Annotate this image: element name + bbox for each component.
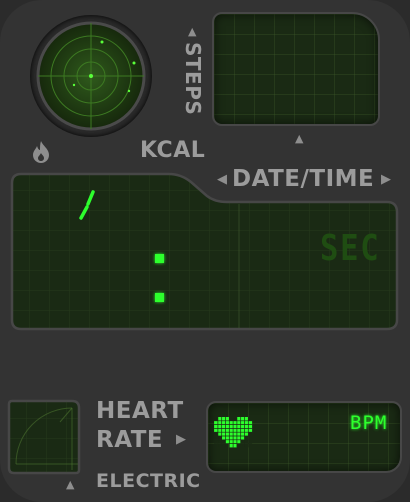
heart-pixel-icon — [214, 417, 253, 448]
watch-face: ▲ STEPS ▲ KCAL ◀ DATE/TIME ▶ SEC ▲ ELECT… — [0, 0, 410, 502]
electric-up-arrow-icon: ▲ — [66, 478, 75, 491]
steps-label: STEPS — [181, 42, 205, 116]
radar-widget[interactable] — [30, 15, 152, 137]
kcal-label: KCAL — [140, 138, 206, 163]
steps-display[interactable] — [212, 12, 380, 126]
rate-label: RATE — [96, 427, 164, 453]
colon-dot-upper — [155, 254, 164, 263]
electric-display[interactable] — [6, 398, 82, 476]
electric-label: ELECTRIC — [96, 470, 201, 492]
bpm-unit-label: BPM — [350, 412, 388, 434]
radar-icon — [36, 21, 146, 131]
seconds-unit-label: SEC — [320, 228, 381, 269]
rate-arrow-icon: ▶ — [176, 432, 186, 447]
steps-arrow-icon: ▲ — [188, 25, 197, 38]
steps-up-arrow-icon: ▲ — [295, 132, 304, 145]
heart-label: HEART — [96, 398, 184, 424]
colon-dot-lower — [155, 293, 164, 302]
flame-icon[interactable] — [30, 140, 52, 164]
